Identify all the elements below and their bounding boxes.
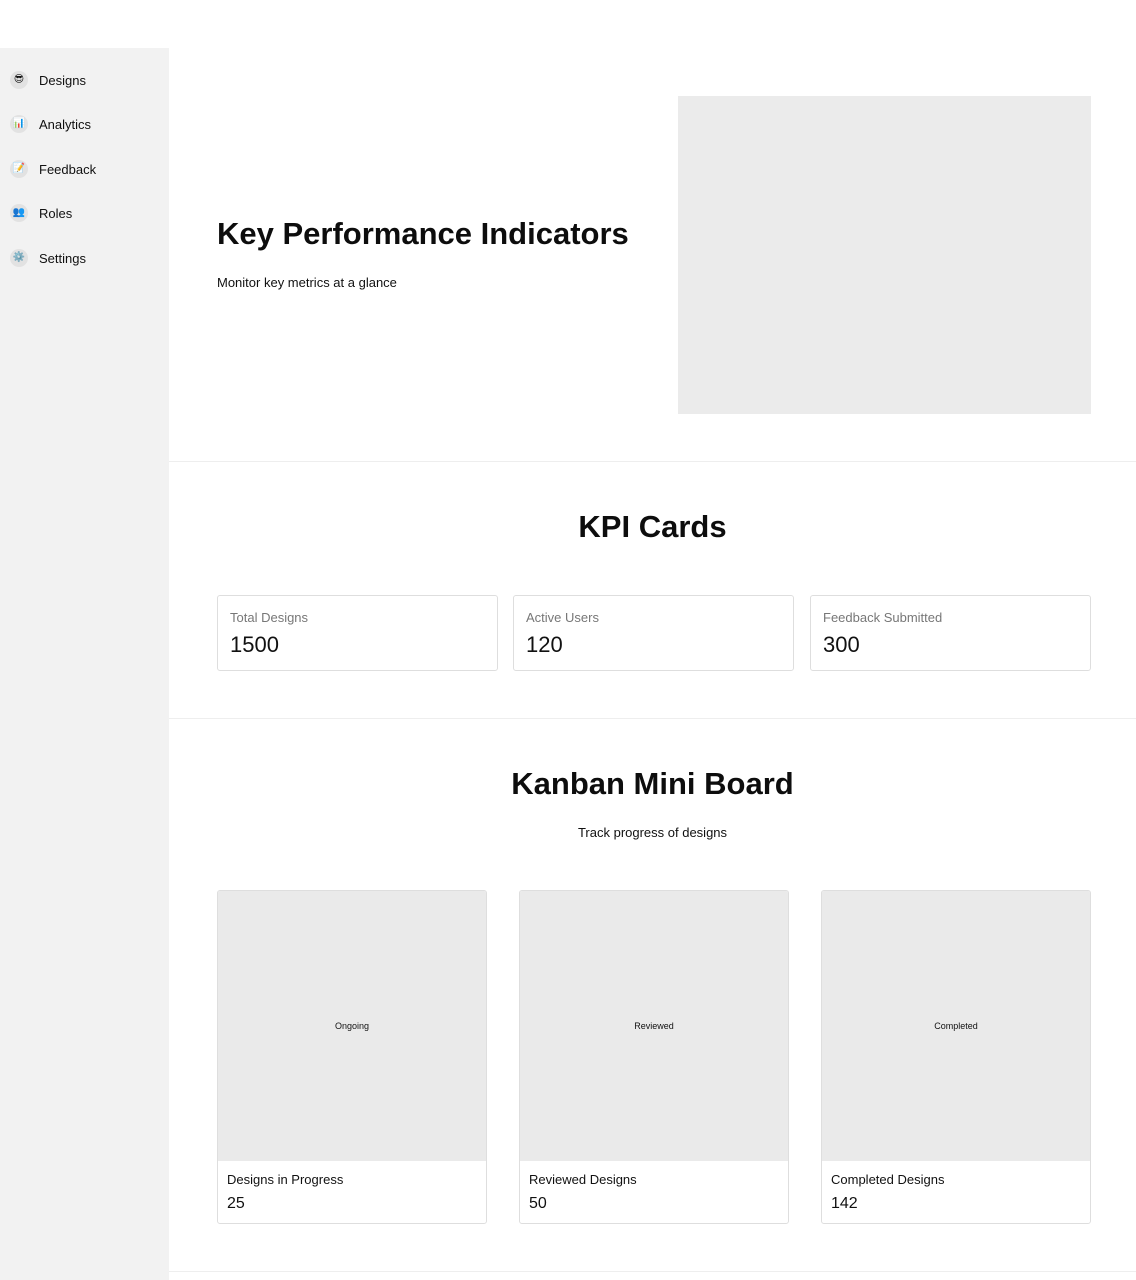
kanban-card-title: Reviewed Designs <box>529 1172 637 1187</box>
kpi-section-title: KPI Cards <box>578 509 727 544</box>
kanban-section-subtitle: Track progress of designs <box>577 825 728 840</box>
sidebar-item-label: Analytics <box>39 116 92 132</box>
hero-title: Key Performance Indicators <box>217 216 629 251</box>
section-divider <box>169 1271 1136 1272</box>
sidebar-item-analytics[interactable]: 📊 Analytics <box>10 113 91 135</box>
kanban-card-count: 142 <box>831 1195 858 1212</box>
users-icon: 👥 <box>10 204 28 222</box>
sunglasses-icon: 😎 <box>10 71 28 89</box>
kanban-card-completed[interactable]: Completed Completed Designs 142 <box>821 890 1091 1224</box>
section-divider <box>169 461 1136 462</box>
kpi-label: Feedback Submitted <box>823 610 943 625</box>
kanban-card-title: Designs in Progress <box>227 1172 344 1187</box>
sidebar-item-settings[interactable]: ⚙️ Settings <box>10 247 86 269</box>
sidebar-item-label: Settings <box>39 250 86 266</box>
sidebar-item-feedback[interactable]: 📝 Feedback <box>10 158 96 180</box>
sidebar-item-label: Roles <box>39 205 73 221</box>
hero-subtitle: Monitor key metrics at a glance <box>217 275 397 290</box>
kanban-image-placeholder: Completed <box>822 891 1090 1161</box>
kanban-card-title: Completed Designs <box>831 1172 945 1187</box>
main-content: Key Performance Indicators Monitor key m… <box>169 48 1136 1280</box>
kpi-card-feedback-submitted: Feedback Submitted 300 <box>810 595 1091 671</box>
kanban-image-label: Completed <box>934 1021 978 1031</box>
kanban-card-count: 25 <box>227 1195 245 1212</box>
sidebar-item-roles[interactable]: 👥 Roles <box>10 202 72 224</box>
top-bar <box>0 0 1136 48</box>
kpi-value: 300 <box>823 632 860 657</box>
kanban-image-placeholder: Ongoing <box>218 891 486 1161</box>
gear-icon: ⚙️ <box>10 249 28 267</box>
kanban-card-count: 50 <box>529 1195 547 1212</box>
kanban-image-placeholder: Reviewed <box>520 891 788 1161</box>
kpi-label: Active Users <box>526 610 599 625</box>
kpi-card-total-designs: Total Designs 1500 <box>217 595 498 671</box>
hero-image-placeholder <box>678 96 1091 414</box>
kanban-card-ongoing[interactable]: Ongoing Designs in Progress 25 <box>217 890 487 1224</box>
sidebar-item-label: Feedback <box>39 161 97 177</box>
sidebar-item-label: Designs <box>39 72 86 88</box>
sidebar: 😎 Designs 📊 Analytics 📝 Feedback 👥 Roles… <box>0 48 169 1280</box>
kanban-image-label: Ongoing <box>334 1021 370 1031</box>
sidebar-item-designs[interactable]: 😎 Designs <box>10 69 86 91</box>
kanban-card-reviewed[interactable]: Reviewed Reviewed Designs 50 <box>519 890 789 1224</box>
memo-icon: 📝 <box>10 160 28 178</box>
kanban-image-label: Reviewed <box>634 1021 674 1031</box>
section-divider <box>169 718 1136 719</box>
kpi-value: 1500 <box>230 632 279 657</box>
kpi-label: Total Designs <box>230 610 309 625</box>
bar-chart-icon: 📊 <box>10 115 28 133</box>
kpi-card-active-users: Active Users 120 <box>513 595 794 671</box>
kpi-value: 120 <box>526 632 563 657</box>
kanban-section-title: Kanban Mini Board <box>511 766 794 801</box>
